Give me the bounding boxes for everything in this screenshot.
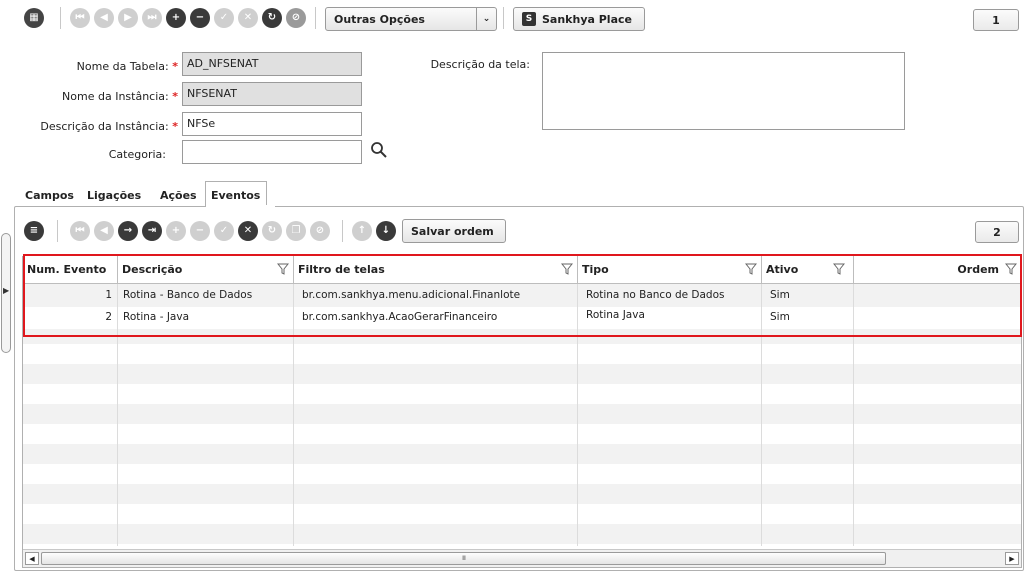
required-mark: * [172,90,178,103]
instance-desc-label: Descrição da Instância: [40,120,169,133]
instance-desc-field[interactable]: NFSe [182,112,362,136]
toolbar-separator [503,7,504,29]
save-icon[interactable]: ✓ [214,8,234,28]
screen-desc-label: Descrição da tela: [430,58,530,71]
table-name-value: AD_NFSENAT [187,57,259,70]
instance-desc-row: Descrição da Instância: * [0,120,178,133]
add-icon[interactable]: + [166,8,186,28]
sankhya-place-icon: S [522,12,536,26]
toolbar-separator [57,220,58,242]
attach-icon[interactable]: ⊘ [286,8,306,28]
instance-name-label: Nome da Instância: [62,90,169,103]
tab-label: Campos [25,189,74,202]
scroll-thumb-grip: IIII [461,555,466,562]
save-icon[interactable]: ✓ [214,221,234,241]
search-icon[interactable] [370,141,388,159]
tab-acoes[interactable]: Ações [160,184,197,207]
save-order-label: Salvar ordem [411,224,494,238]
refresh-icon[interactable]: ↻ [262,8,282,28]
tab-campos[interactable]: Campos [25,184,74,207]
tab-label: Eventos [211,189,261,202]
next-record-icon[interactable]: ▶ [118,8,138,28]
grid-page-indicator-value: 2 [993,225,1001,239]
cancel-icon[interactable]: ✕ [238,221,258,241]
tab-label: Ações [160,189,197,202]
tab-ligacoes[interactable]: Ligações [87,184,141,207]
tab-label: Ligações [87,189,142,202]
sankhya-place-button[interactable]: S Sankhya Place [513,7,645,31]
remove-icon[interactable]: − [190,221,210,241]
previous-record-icon[interactable]: ◀ [94,221,114,241]
grid-menu-icon[interactable]: ≡ [24,221,44,241]
refresh-icon[interactable]: ↻ [262,221,282,241]
grid-page-indicator[interactable]: 2 [975,221,1019,243]
first-record-icon[interactable]: ⏮ [70,8,90,28]
horizontal-scrollbar[interactable]: ◀ IIII ▶ [23,549,1021,567]
add-icon[interactable]: + [166,221,186,241]
next-record-icon[interactable]: → [118,221,138,241]
last-record-icon[interactable]: ⏭ [142,8,162,28]
required-mark: * [172,120,178,133]
more-options-button[interactable]: Outras Opções ⌄ [325,7,497,31]
toolbar-separator [60,7,61,29]
cancel-icon[interactable]: ✕ [238,8,258,28]
move-down-icon[interactable]: ↓ [376,221,396,241]
grid-menu-icon[interactable]: ▦ [24,8,44,28]
table-name-field[interactable]: AD_NFSENAT [182,52,362,76]
toolbar-separator [315,7,316,29]
toolbar-separator [342,220,343,242]
attach-icon[interactable]: ⊘ [310,221,330,241]
expand-arrow-icon: ▶ [3,286,10,295]
save-order-button[interactable]: Salvar ordem [402,219,506,243]
tab-eventos[interactable]: Eventos [205,181,268,207]
screen-desc-field[interactable] [542,52,905,130]
remove-icon[interactable]: − [190,8,210,28]
last-record-icon[interactable]: ⇥ [142,221,162,241]
sankhya-place-label: Sankhya Place [542,12,632,26]
instance-desc-value: NFSe [187,117,216,130]
first-record-icon[interactable]: ⏮ [70,221,90,241]
page-indicator[interactable]: 1 [973,9,1019,31]
tab-active-gap [206,205,275,208]
copy-icon[interactable]: ❐ [286,221,306,241]
chevron-down-icon[interactable]: ⌄ [476,8,496,30]
instance-name-value: NFSENAT [187,87,237,100]
required-mark: * [172,60,178,73]
scroll-left-icon[interactable]: ◀ [25,552,39,565]
scroll-thumb[interactable]: IIII [41,552,886,565]
highlight-box [23,254,1022,337]
previous-record-icon[interactable]: ◀ [94,8,114,28]
scroll-right-icon[interactable]: ▶ [1005,552,1019,565]
category-label: Categoria: [108,148,166,161]
move-up-icon[interactable]: ↑ [352,221,372,241]
page-indicator-value: 1 [992,13,1000,27]
category-field[interactable] [182,140,362,164]
table-name-row: Nome da Tabela: * [0,60,178,73]
more-options-label: Outras Opções [334,12,425,26]
instance-name-row: Nome da Instância: * [0,90,178,103]
table-name-label: Nome da Tabela: [76,60,169,73]
side-panel-handle[interactable]: ▶ [1,233,11,353]
instance-name-field[interactable]: NFSENAT [182,82,362,106]
